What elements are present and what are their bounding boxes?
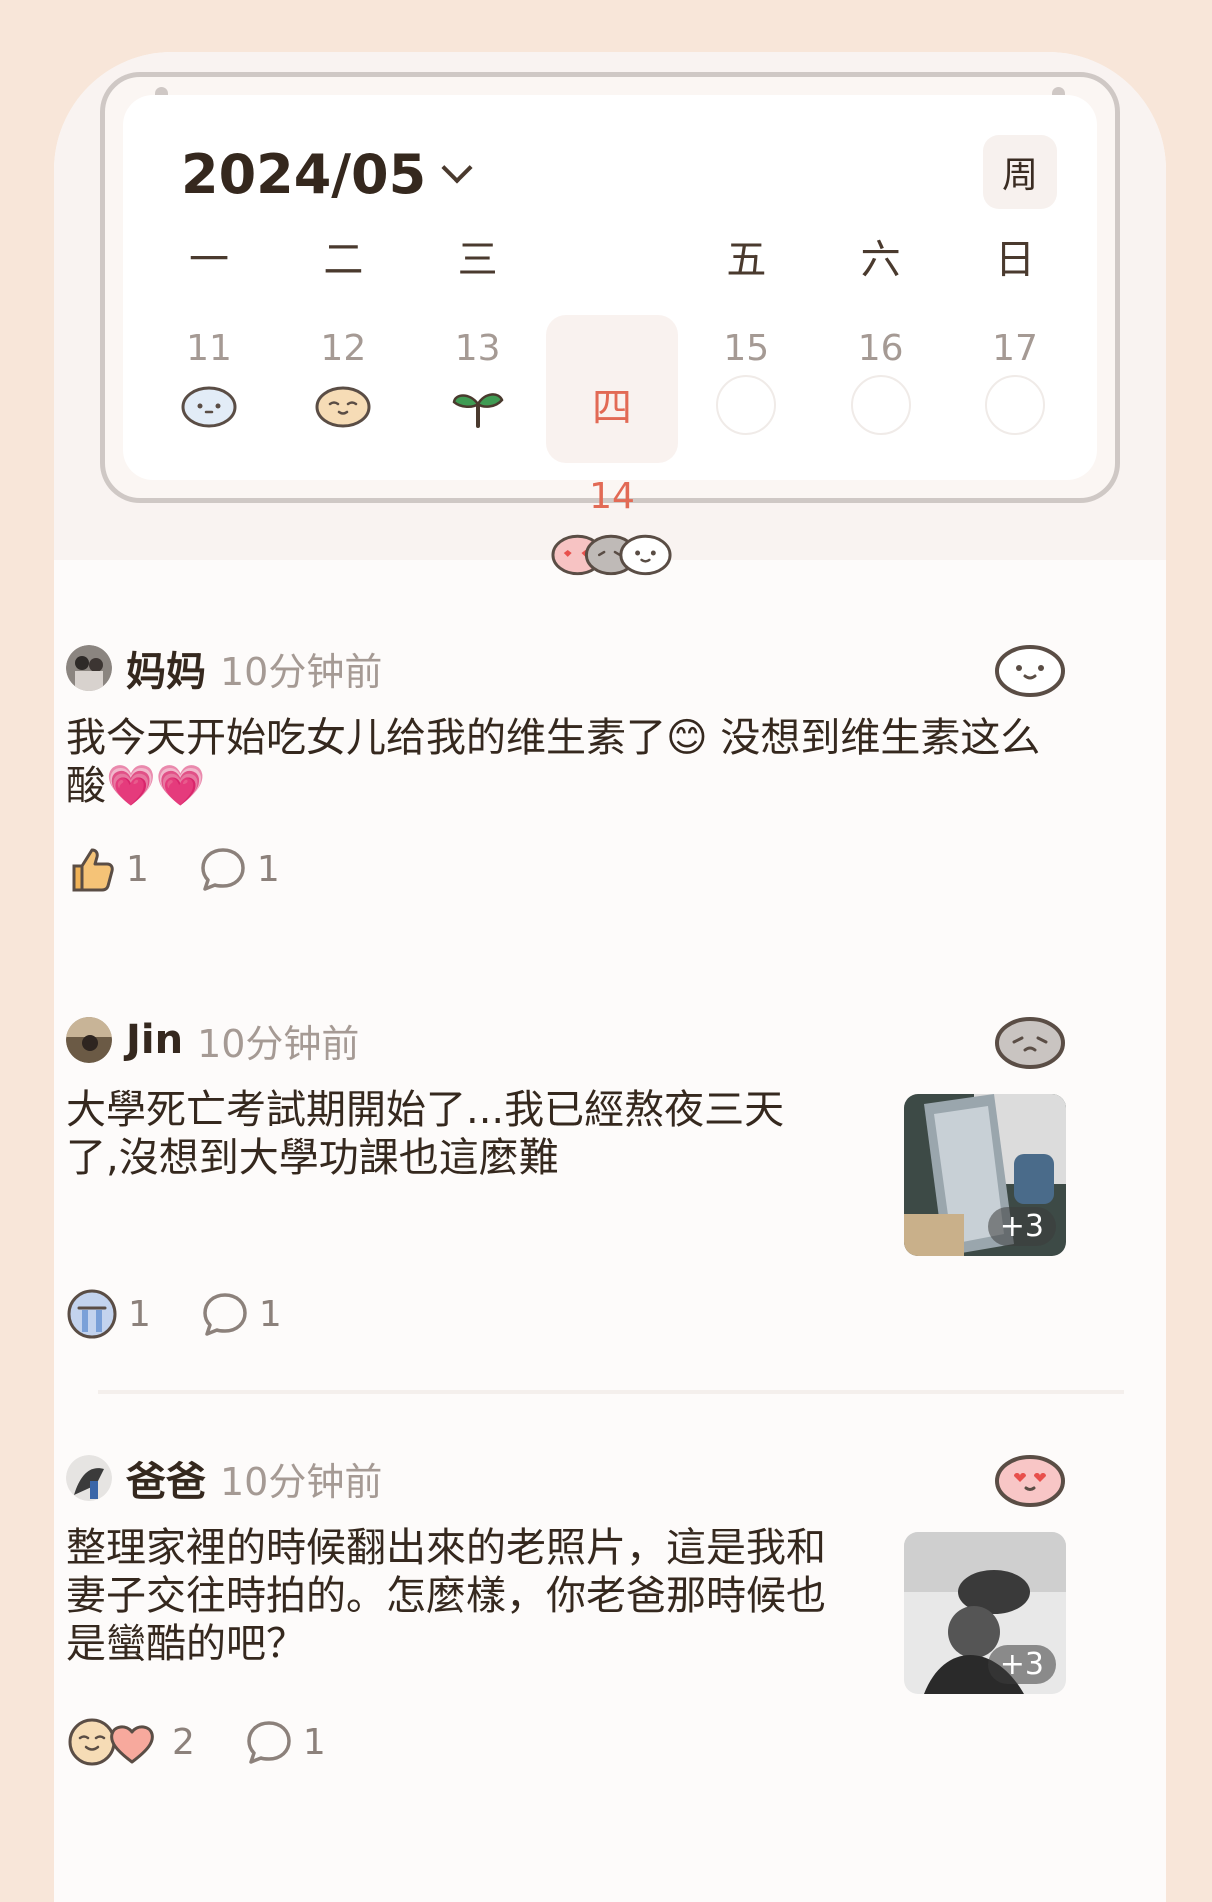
reaction-button[interactable]: 1: [66, 1288, 151, 1340]
day-cell[interactable]: 一 11: [147, 233, 271, 583]
weekday-label: 五: [726, 237, 767, 283]
post-stats: 1 1: [66, 844, 1066, 894]
weekday-label: 三: [457, 237, 498, 283]
thumbs-up-icon: [72, 848, 114, 892]
post-time: 10分钟前: [197, 1021, 360, 1066]
comment-count: 1: [256, 848, 280, 890]
comment-bubble-icon: [201, 848, 245, 891]
username[interactable]: 妈妈: [126, 639, 206, 697]
month-selector[interactable]: 2024/05: [181, 143, 473, 206]
username[interactable]: 爸爸: [126, 1449, 206, 1507]
more-images-badge: +3: [987, 1207, 1056, 1246]
comment-bubble-icon: [203, 1293, 247, 1336]
comment-bubble-icon: [247, 1721, 291, 1764]
post-text: 我今天开始吃女儿给我的维生素了😊 没想到维生素这么酸💗💗: [66, 715, 1041, 809]
weekday-label: 四: [591, 385, 632, 431]
post-text: 大學死亡考試期開始了...我已經熬夜三天了,沒想到大學功課也這麼難: [66, 1087, 785, 1181]
post-card[interactable]: 爸爸 10分钟前 整理家裡的時候翻出來的老照片，這是我和妻子交往時拍的。怎麼樣，…: [66, 1450, 1066, 1768]
content-mood-icon: [315, 386, 371, 428]
date-number: 11: [186, 328, 232, 369]
day-cell[interactable]: 日 17: [953, 233, 1077, 583]
post-divider: [98, 1390, 1124, 1394]
reaction-count: 2: [172, 1721, 195, 1763]
post-header: Jin 10分钟前: [66, 1012, 1066, 1068]
calendar-card: 2024/05 周 一 11 二 12 三 13 四 14 五 15 六 16 …: [123, 95, 1097, 576]
more-images-badge: +3: [987, 1645, 1056, 1684]
week-view-button[interactable]: 周: [983, 135, 1057, 209]
week-strip: 一 11 二 12 三 13 四 14 五 15 六 16 日 17: [147, 233, 1077, 583]
smile-mood-icon: [995, 645, 1065, 697]
username[interactable]: Jin: [126, 1017, 183, 1063]
weekday-label: 二: [323, 237, 364, 283]
month-label: 2024/05: [181, 143, 427, 206]
reaction-button[interactable]: 1: [66, 844, 149, 894]
reaction-button[interactable]: 2: [66, 1716, 195, 1768]
post-header: 爸爸 10分钟前: [66, 1450, 1066, 1506]
love-mood-icon: [995, 1455, 1065, 1507]
avatar[interactable]: [66, 1017, 112, 1063]
comment-count: 1: [258, 1293, 282, 1335]
date-number: 14: [589, 476, 635, 517]
empty-mood-slot: [850, 375, 911, 435]
day-cell[interactable]: 六 16: [819, 233, 943, 583]
empty-mood-slot: [984, 375, 1045, 435]
date-number: 16: [857, 328, 904, 369]
comment-button[interactable]: 1: [201, 1290, 282, 1338]
smile-and-heart-icon: [68, 1718, 154, 1766]
comment-count: 1: [302, 1721, 326, 1763]
post-card[interactable]: Jin 10分钟前 大學死亡考試期開始了...我已經熬夜三天了,沒想到大學功課也…: [66, 1012, 1066, 1340]
comment-button[interactable]: 1: [245, 1718, 326, 1766]
post-header: 妈妈 10分钟前: [66, 640, 1066, 696]
day-cell[interactable]: 三 13: [416, 233, 540, 583]
multi-mood-icon: [551, 534, 672, 576]
date-number: 15: [723, 328, 770, 369]
date-number: 17: [992, 328, 1038, 369]
date-number: 12: [320, 328, 367, 369]
weekday-label: 六: [860, 237, 901, 283]
day-cell[interactable]: 二 12: [281, 233, 405, 583]
calm-mood-icon: [181, 386, 237, 428]
crying-face-icon: [67, 1289, 117, 1339]
reaction-count: 1: [128, 1293, 151, 1335]
post-stats: 2 1: [66, 1716, 1066, 1768]
post-text: 整理家裡的時候翻出來的老照片，這是我和妻子交往時拍的。怎麼樣，你老爸那時候也是蠻…: [66, 1525, 826, 1667]
weekday-label: 日: [994, 237, 1035, 283]
day-cell-today[interactable]: 四 14: [545, 233, 678, 583]
sad-mood-icon: [995, 1017, 1065, 1069]
weekday-label: 一: [189, 237, 229, 283]
avatar[interactable]: [66, 645, 112, 691]
post-image[interactable]: +3: [904, 1532, 1066, 1694]
reaction-count: 1: [126, 848, 149, 890]
calendar-card-frame: 2024/05 周 一 11 二 12 三 13 四 14 五 15 六 16 …: [100, 72, 1120, 576]
avatar[interactable]: [66, 1455, 112, 1501]
device-frame: 2024/05 周 一 11 二 12 三 13 四 14 五 15 六 16 …: [0, 0, 1212, 1902]
post-time: 10分钟前: [220, 1459, 383, 1504]
date-number: 13: [454, 328, 501, 369]
post-card[interactable]: 妈妈 10分钟前 我今天开始吃女儿给我的维生素了😊 没想到维生素这么酸💗💗 1: [66, 640, 1066, 894]
post-image[interactable]: +3: [904, 1094, 1066, 1256]
comment-button[interactable]: 1: [199, 845, 280, 893]
day-cell[interactable]: 五 15: [684, 233, 808, 583]
post-time: 10分钟前: [220, 649, 383, 694]
post-stats: 1 1: [66, 1288, 1066, 1340]
empty-mood-slot: [716, 375, 777, 435]
sprout-icon: [452, 393, 504, 428]
chevron-down-icon: [441, 151, 473, 184]
